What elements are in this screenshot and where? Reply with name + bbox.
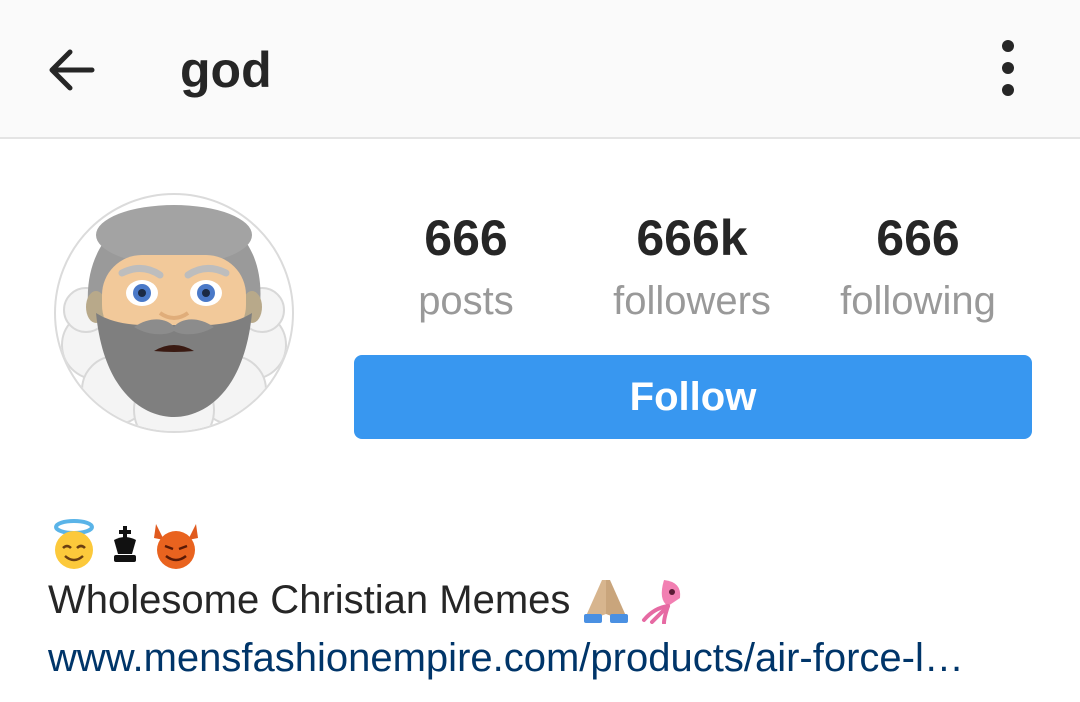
- more-vertical-icon-dot: [1002, 84, 1014, 96]
- stat-following[interactable]: 666 following: [798, 205, 1038, 331]
- smiling-face-with-horns-emoji: [154, 524, 198, 569]
- stat-posts-label: posts: [418, 279, 514, 323]
- stat-followers-count: 666k: [636, 210, 748, 266]
- profile-website-link[interactable]: www.mensfashionempire.com/products/air-f…: [48, 630, 1038, 686]
- chess-king-emoji: [114, 526, 136, 562]
- bio-emoji-line: [48, 518, 202, 570]
- stat-posts: 666 posts: [346, 205, 586, 331]
- old-man-emoji-avatar: [61, 205, 287, 431]
- stat-followers[interactable]: 666k followers: [572, 205, 812, 331]
- follow-button[interactable]: Follow: [354, 355, 1032, 439]
- more-vertical-icon-dot: [1002, 62, 1014, 74]
- more-options-button[interactable]: [986, 36, 1030, 100]
- profile-username: god: [180, 42, 272, 98]
- stat-following-label: following: [840, 279, 996, 323]
- folded-hands-emoji: [584, 580, 629, 623]
- more-vertical-icon: [1002, 40, 1014, 52]
- squid-emoji: [642, 580, 681, 624]
- stat-followers-label: followers: [613, 279, 771, 323]
- bio-text-line: Wholesome Christian Memes: [48, 572, 686, 628]
- smiling-face-with-halo-emoji: [54, 519, 94, 569]
- stat-following-count: 666: [876, 210, 960, 266]
- back-button[interactable]: [40, 38, 104, 102]
- stat-posts-count: 666: [424, 210, 508, 266]
- top-bar: god: [0, 0, 1080, 139]
- bio-text: Wholesome Christian Memes: [48, 578, 571, 622]
- arrow-left-icon: [49, 49, 95, 91]
- avatar[interactable]: [54, 193, 294, 433]
